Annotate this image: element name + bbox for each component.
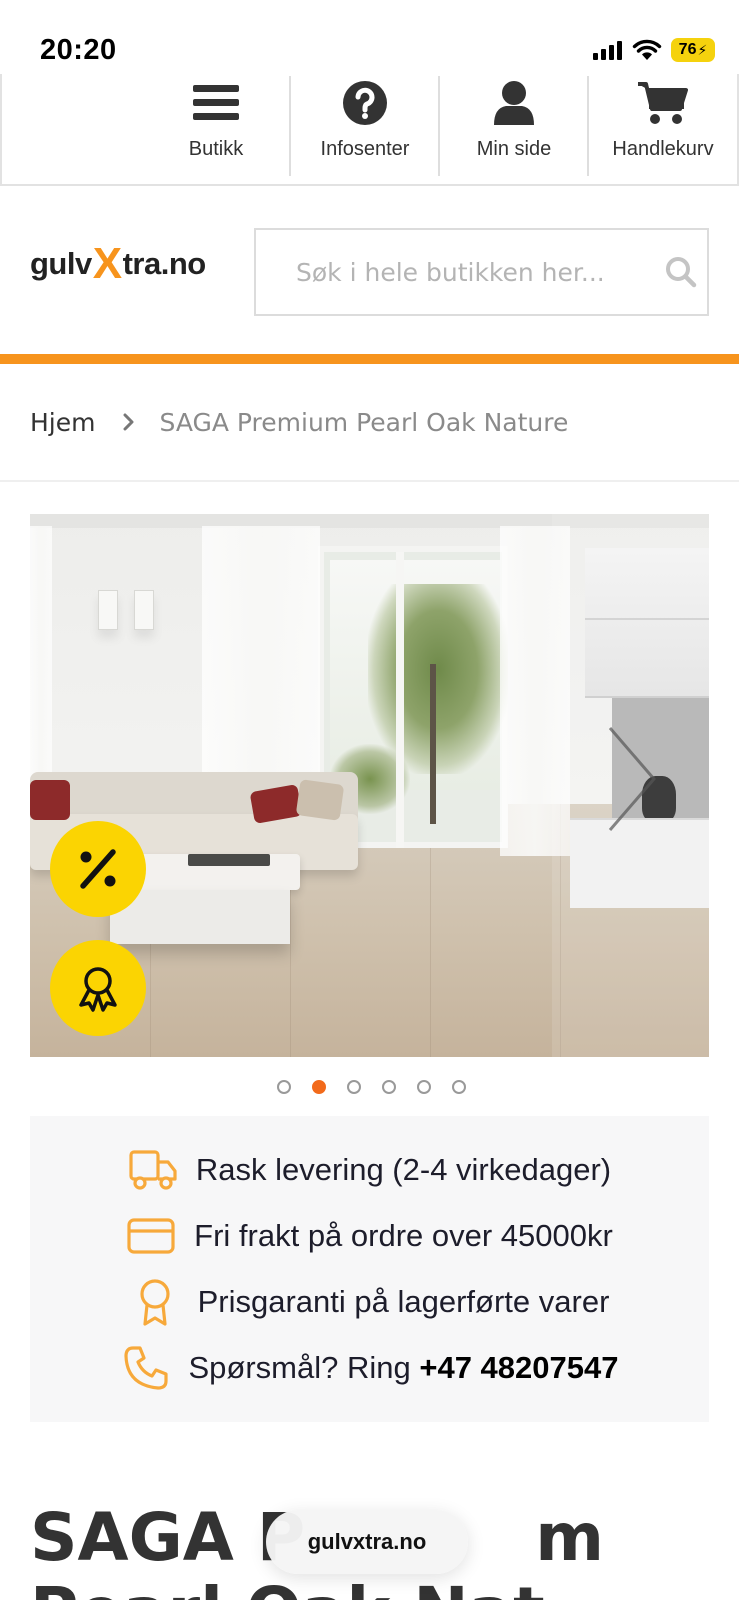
nav-item-butikk[interactable]: Butikk (143, 74, 289, 182)
product-image-gallery[interactable] (30, 514, 709, 1057)
breadcrumb-current: SAGA Premium Pearl Oak Nature (159, 407, 569, 437)
nav-divider (289, 76, 291, 176)
logo-text-domain: tra.no (122, 246, 207, 281)
usp-text: Fri frakt på ordre over 45000kr (194, 1218, 613, 1253)
gallery-next-arrow-icon[interactable] (604, 724, 660, 834)
card-icon (126, 1213, 176, 1259)
nav-divider (587, 76, 589, 176)
search-icon[interactable] (661, 252, 701, 292)
truck-icon (128, 1147, 178, 1193)
usp-item: Fri frakt på ordre over 45000kr (30, 1210, 709, 1262)
usp-text: Rask levering (2-4 virkedager) (195, 1152, 612, 1187)
phone-icon (121, 1345, 171, 1391)
nav-divider (438, 76, 440, 176)
user-icon (492, 80, 536, 126)
gallery-dot-1[interactable] (276, 1080, 291, 1094)
breadcrumb-home-link[interactable]: Hjem (30, 408, 95, 437)
status-bar: 20:20 76 ⚡ (0, 0, 739, 74)
cart-icon (638, 80, 688, 126)
question-icon (342, 80, 388, 126)
battery-icon: 76 ⚡ (671, 38, 715, 62)
usp-phone-text: Spørsmål? Ring +47 48207547 (189, 1350, 619, 1386)
usp-box: Rask levering (2-4 virkedager) Fri frakt… (30, 1116, 709, 1422)
gallery-dot-5[interactable] (416, 1080, 431, 1094)
nav-item-min-side[interactable]: Min side (441, 74, 587, 182)
product-title-line-2: Pearl Oak Nat (30, 1572, 710, 1600)
usp-item: Spørsmål? Ring +47 48207547 (30, 1342, 709, 1394)
status-icons: 76 ⚡ (593, 38, 715, 62)
accent-divider (0, 354, 739, 364)
status-time: 20:20 (40, 34, 117, 66)
signal-icon (593, 41, 622, 60)
phone-number-link[interactable]: +47 48207547 (419, 1350, 618, 1385)
nav-item-handlekurv[interactable]: Handlekurv (590, 74, 736, 182)
nav-item-label: Handlekurv (612, 138, 714, 160)
top-navigation: Butikk Infosenter Min side Handlekurv (0, 74, 739, 186)
nav-item-label: Butikk (188, 138, 244, 160)
search-box (254, 228, 709, 316)
browser-url-bar[interactable]: gulvxtra.no (266, 1510, 468, 1574)
nav-item-label: Min side (476, 138, 552, 160)
gallery-dot-4[interactable] (381, 1080, 396, 1094)
charging-icon: ⚡ (697, 41, 708, 58)
usp-text: Spørsmål? Ring (188, 1350, 420, 1385)
search-input[interactable] (256, 230, 656, 314)
usp-item: Prisgaranti på lagerførte varer (30, 1276, 709, 1328)
menu-icon (193, 80, 239, 126)
nav-item-infosenter[interactable]: Infosenter (292, 74, 438, 182)
award-icon (130, 1279, 180, 1326)
gallery-pagination (0, 1076, 739, 1098)
discount-badge-icon (50, 821, 146, 917)
award-badge-icon (50, 940, 146, 1036)
site-logo[interactable]: gulv Xtra.no (30, 239, 207, 288)
nav-item-label: Infosenter (320, 138, 410, 160)
usp-item: Rask levering (2-4 virkedager) (30, 1144, 709, 1196)
usp-text: Prisgaranti på lagerførte varer (197, 1284, 610, 1319)
gallery-dot-6[interactable] (451, 1080, 466, 1094)
logo-x: X (92, 239, 122, 288)
wifi-icon (632, 39, 662, 60)
gallery-dot-2[interactable] (311, 1080, 326, 1094)
battery-level: 76 (678, 41, 697, 58)
chevron-right-icon (123, 413, 135, 431)
product-title-start: SAGA P (30, 1499, 306, 1576)
product-title-end: m (535, 1499, 604, 1576)
breadcrumb: Hjem SAGA Premium Pearl Oak Nature (0, 364, 739, 482)
gallery-dot-3[interactable] (346, 1080, 361, 1094)
site-header: gulv Xtra.no (0, 186, 739, 354)
logo-text: gulv (30, 246, 92, 281)
